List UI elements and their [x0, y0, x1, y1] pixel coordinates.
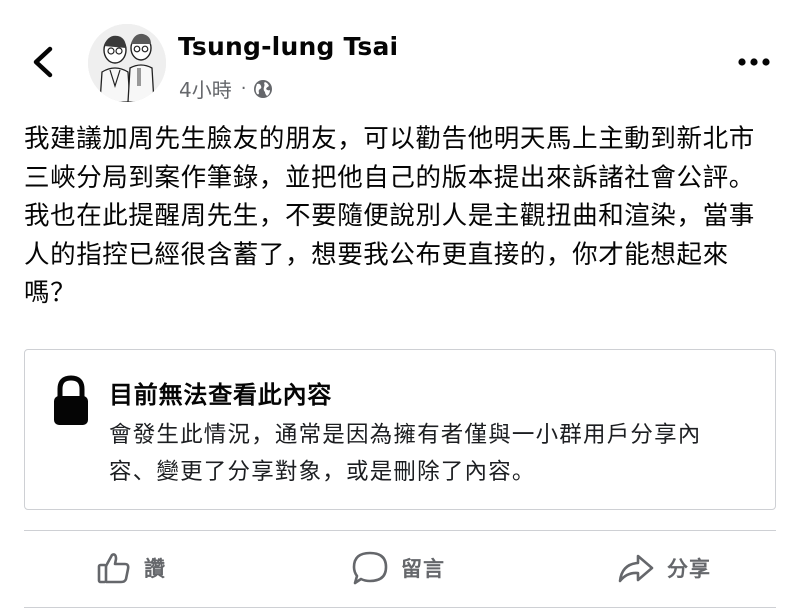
post-page: Tsung-lung Tsai 4小時 · 我建議加周先生臉友的朋友，可以勸告他…	[0, 0, 800, 612]
post-meta: 4小時 ·	[179, 74, 273, 103]
card-description: 會發生此情況，通常是因為擁有者僅與一小群用戶分享內容、變更了分享對象，或是刪除了…	[109, 422, 702, 485]
chevron-left-icon	[33, 46, 53, 78]
lock-icon	[54, 375, 88, 425]
more-options-button[interactable]	[736, 50, 772, 74]
meta-separator: ·	[240, 78, 247, 99]
share-label: 分享	[667, 557, 711, 581]
comment-label: 留言	[401, 557, 445, 581]
avatar-illustration	[88, 24, 166, 102]
card-title: 目前無法查看此內容	[109, 381, 333, 409]
content-unavailable-card: 目前無法查看此內容 會發生此情況，通常是因為擁有者僅與一小群用戶分享內容、變更了…	[24, 349, 776, 510]
post-paragraph: 我也在此提醒周先生，不要隨便說別人是主觀扭曲和渲染，當事人的指控已經很含蓄了，想…	[24, 201, 755, 309]
actions-divider	[24, 530, 776, 531]
avatar[interactable]	[88, 24, 166, 102]
like-button[interactable]: 讚	[96, 546, 166, 590]
author-name[interactable]: Tsung-lung Tsai	[178, 32, 398, 61]
post-header: Tsung-lung Tsai 4小時 ·	[0, 0, 800, 112]
bottom-divider	[24, 607, 776, 608]
back-button[interactable]	[26, 42, 62, 82]
post-body: 我建議加周先生臉友的朋友，可以勸告他明天馬上主動到新北市三峽分局到案作筆錄，並把…	[24, 120, 780, 313]
thumbs-up-icon	[97, 553, 130, 584]
share-arrow-icon	[618, 554, 654, 583]
share-button[interactable]: 分享	[617, 546, 711, 590]
like-label: 讚	[144, 557, 166, 581]
comment-bubble-icon	[352, 551, 388, 585]
post-paragraph: 我建議加周先生臉友的朋友，可以勸告他明天馬上主動到新北市三峽分局到案作筆錄，並把…	[24, 124, 755, 193]
comment-button[interactable]: 留言	[351, 546, 445, 590]
post-timestamp[interactable]: 4小時	[179, 74, 232, 103]
globe-icon[interactable]	[253, 79, 273, 99]
more-horizontal-icon	[738, 58, 770, 66]
